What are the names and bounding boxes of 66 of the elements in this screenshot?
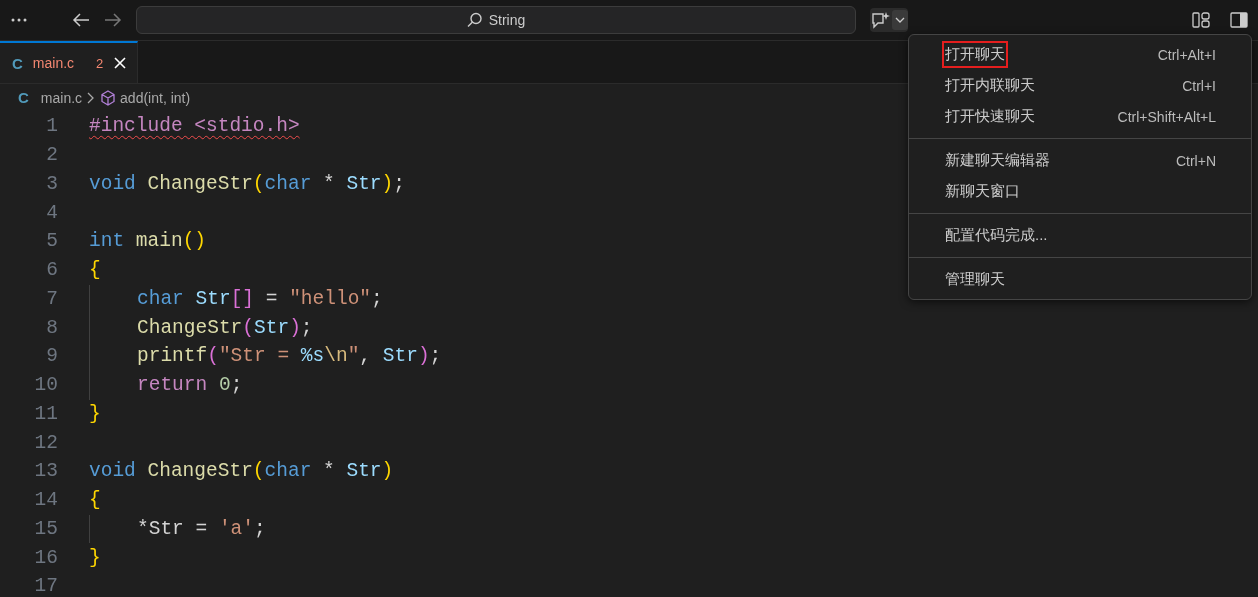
layout-icon[interactable] [1192, 12, 1210, 28]
menu-item[interactable]: 打开快速聊天 Ctrl+Shift+Alt+L [909, 101, 1251, 132]
menu-item[interactable]: 新建聊天编辑器 Ctrl+N [909, 145, 1251, 176]
code-line: printf("Str = %s\n", Str); [137, 345, 442, 368]
code-line: char Str[] = "hello"; [137, 287, 383, 310]
line-number: 4 [45, 201, 58, 224]
code-line: void ChangeStr(char * Str); [89, 172, 405, 195]
line-number: 9 [45, 345, 58, 368]
chat-sparkle-icon[interactable] [870, 10, 892, 30]
code-line: return 0; [137, 374, 243, 397]
c-file-icon: C [12, 54, 23, 72]
menu-item[interactable]: 新聊天窗口 [909, 176, 1251, 207]
c-file-icon: C [18, 89, 29, 106]
line-number: 13 [33, 460, 58, 483]
forward-arrow-icon[interactable] [104, 12, 122, 28]
code-line: ChangeStr(Str); [137, 316, 313, 339]
close-icon[interactable] [113, 56, 128, 70]
menu-item-label: 配置代码完成... [944, 225, 1049, 245]
keyboard-shortcut: Ctrl+N [1175, 152, 1216, 169]
chevron-down-icon[interactable] [892, 10, 908, 30]
search-field[interactable]: String [136, 6, 856, 34]
line-number: 17 [33, 575, 58, 597]
line-number: 10 [33, 374, 58, 397]
breadcrumb-item[interactable]: main.c [40, 89, 83, 106]
line-number: 7 [45, 287, 58, 310]
line-number: 12 [33, 431, 58, 454]
line-number: 5 [45, 230, 58, 253]
menu-item-label: 打开快速聊天 [944, 106, 1036, 126]
menu-item-label: 打开聊天 [942, 41, 1008, 68]
line-number: 14 [33, 489, 58, 512]
sidebar-toggle-icon[interactable] [1230, 12, 1248, 28]
code-line: { [89, 259, 101, 282]
code-line: } [89, 402, 101, 425]
menu-item-label: 打开内联聊天 [944, 75, 1036, 95]
line-number: 8 [45, 316, 58, 339]
menu-item[interactable]: 打开聊天 Ctrl+Alt+I [909, 39, 1251, 70]
keyboard-shortcut: Ctrl+Alt+I [1157, 46, 1216, 63]
line-number: 11 [33, 402, 58, 425]
code-line: #include <stdio.h> [89, 115, 300, 138]
code-line: void ChangeStr(char * Str) [89, 460, 394, 483]
menu-item-label: 新建聊天编辑器 [944, 150, 1051, 170]
code-line: *Str = 'a'; [137, 517, 266, 540]
line-number: 1 [45, 115, 58, 138]
cube-icon [100, 89, 117, 106]
keyboard-shortcut: Ctrl+Shift+Alt+L [1117, 108, 1216, 125]
line-number: 15 [33, 517, 58, 540]
line-number: 2 [45, 144, 58, 167]
menu-item[interactable]: 管理聊天 [909, 264, 1251, 295]
back-arrow-icon[interactable] [72, 12, 90, 28]
code-line: int main() [89, 230, 207, 253]
menu-item[interactable]: 打开内联聊天 Ctrl+I [909, 70, 1251, 101]
menu-item-label: 管理聊天 [944, 269, 1006, 289]
search-icon [466, 12, 483, 28]
code-line: { [89, 489, 101, 512]
tab-label: main.c [32, 55, 75, 71]
line-number: 16 [33, 546, 58, 569]
menu-item-label: 新聊天窗口 [944, 181, 1021, 201]
editor-tab[interactable]: C main.c 2 [0, 41, 139, 83]
menu-item[interactable]: 配置代码完成... [909, 220, 1251, 251]
more-icon[interactable] [10, 17, 28, 23]
breadcrumb-item[interactable]: add(int, int) [120, 89, 191, 106]
code-line: } [89, 546, 101, 569]
line-number: 6 [45, 259, 58, 282]
line-number: 3 [45, 172, 58, 195]
keyboard-shortcut: Ctrl+I [1182, 77, 1216, 94]
problem-count: 2 [96, 55, 104, 71]
